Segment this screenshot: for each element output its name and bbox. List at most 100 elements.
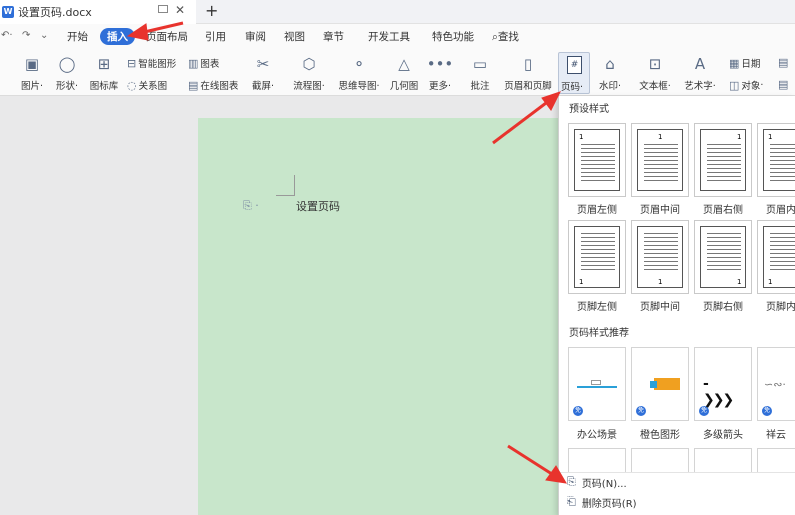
- recommend-thumb[interactable]: [568, 448, 626, 472]
- preview-page-number: 1: [768, 278, 773, 286]
- preview-line: [644, 168, 678, 169]
- monitor-icon[interactable]: [158, 5, 168, 13]
- date-button[interactable]: ▦ 日期: [729, 56, 760, 71]
- customize-icon[interactable]: ⌄: [40, 30, 48, 41]
- online-chart-button[interactable]: ▤ 在线图表: [188, 78, 238, 93]
- recommend-style-thumb[interactable]: ∽∾· 免: [757, 347, 795, 421]
- preview-line: [707, 265, 741, 266]
- menu-view[interactable]: 视图: [284, 29, 305, 44]
- undo-icon[interactable]: ↶·: [1, 30, 13, 41]
- preview-line: [644, 269, 678, 270]
- recommend-style-thumb[interactable]: 免: [568, 347, 626, 421]
- comment-button[interactable]: ▭ 批注: [468, 53, 492, 92]
- preview-line: [707, 245, 741, 246]
- document-tab[interactable]: W 设置页码.docx ✕: [0, 0, 196, 24]
- footer-preset-thumb[interactable]: 1: [694, 220, 752, 294]
- preview-line: [770, 261, 795, 262]
- relation-button[interactable]: ◌ 关系图: [127, 78, 167, 93]
- document-page[interactable]: [198, 118, 618, 515]
- preview-line: [707, 241, 741, 242]
- ribbon-overflow-icon[interactable]: ▤: [778, 56, 790, 69]
- recommend-thumb[interactable]: [631, 448, 689, 472]
- flowchart-button[interactable]: ⬡ 流程图·: [291, 53, 327, 92]
- footer-preset-label: 页脚左侧: [577, 302, 617, 313]
- recommend-style-label: 多级箭头: [703, 430, 743, 441]
- mindmap-button[interactable]: ⚬ 思维导图·: [336, 53, 382, 92]
- recommend-thumb[interactable]: [694, 448, 752, 472]
- header-preset-thumb[interactable]: 1: [568, 123, 626, 197]
- textbox-button[interactable]: ⊡ 文本框·: [637, 53, 673, 92]
- document-text: 设置页码: [296, 200, 340, 213]
- preview-line: [644, 148, 678, 149]
- menu-search[interactable]: ⌕查找: [492, 29, 519, 44]
- preview-page-number: 1: [579, 278, 584, 286]
- header-preset-thumb[interactable]: 1: [694, 123, 752, 197]
- menu-chapter[interactable]: 章节: [323, 29, 344, 44]
- recommend-thumb[interactable]: [757, 448, 795, 472]
- object-button[interactable]: ◫ 对象 ·: [729, 78, 763, 93]
- delete-page-number-menu-item[interactable]: ⎗ 删除页码(R): [559, 492, 795, 512]
- menu-page-layout[interactable]: 页面布局: [146, 29, 188, 44]
- preview-line: [707, 237, 741, 238]
- header-preset-thumb[interactable]: 1: [757, 123, 795, 197]
- preview-page-number: 1: [737, 278, 742, 286]
- menu-references[interactable]: 引用: [205, 29, 226, 44]
- footer-preset-thumb[interactable]: 1: [631, 220, 689, 294]
- preview-line: [770, 152, 795, 153]
- preview-line: [770, 249, 795, 250]
- recommend-style-thumb[interactable]: 免: [631, 347, 689, 421]
- preview-line: [581, 269, 615, 270]
- icon-library-icon: ⊞: [97, 55, 111, 73]
- header-preset-thumb[interactable]: 1: [631, 123, 689, 197]
- menu-developer[interactable]: 开发工具: [368, 29, 410, 44]
- online-chart-icon: ▤: [188, 78, 199, 92]
- preview-line: [644, 180, 678, 181]
- recommend-style-thumb[interactable]: - ❯❯❯ 免: [694, 347, 752, 421]
- menu-home[interactable]: 开始: [67, 29, 88, 44]
- chart-button[interactable]: ▥ 图表: [188, 56, 219, 71]
- scissors-icon: ✂: [256, 55, 270, 73]
- picture-button[interactable]: ▣ 图片·: [18, 53, 46, 92]
- new-tab-icon[interactable]: +: [205, 1, 218, 20]
- watermark-button[interactable]: ⌂ 水印·: [596, 53, 624, 92]
- preview-line: [770, 144, 795, 145]
- free-badge: 免: [636, 406, 646, 416]
- preview-line: [770, 237, 795, 238]
- menu-insert[interactable]: 插入: [100, 28, 135, 45]
- page-preview: 1: [574, 129, 620, 191]
- footer-preset-label: 页脚内: [766, 302, 795, 313]
- preview-line: [770, 156, 795, 157]
- page-number-menu-item[interactable]: ⎘ 页码(N)...: [559, 472, 795, 492]
- icon-library-button[interactable]: ⊞ 图标库: [88, 53, 120, 92]
- screenshot-button[interactable]: ✂ 截屏·: [249, 53, 277, 92]
- ribbon-overflow-icon-2[interactable]: ▤: [778, 78, 790, 91]
- preview-line: [644, 156, 678, 157]
- preview-line: [581, 156, 615, 157]
- paragraph-handle-icon[interactable]: ⎘ ·: [243, 199, 259, 213]
- more-button[interactable]: ••• 更多·: [427, 53, 454, 92]
- preview-line: [581, 148, 615, 149]
- preview-page-number: 1: [579, 133, 584, 141]
- footer-preset-thumb[interactable]: 1: [757, 220, 795, 294]
- page-preview: 1: [763, 226, 795, 288]
- close-tab-icon[interactable]: ✕: [175, 3, 185, 17]
- preview-line: [770, 257, 795, 258]
- smart-art-button[interactable]: ⊟ 智能图形: [127, 56, 176, 71]
- header-footer-button[interactable]: ▯ 页眉和页脚: [503, 53, 553, 92]
- watermark-icon: ⌂: [605, 55, 615, 73]
- page-number-button[interactable]: # 页码·: [558, 52, 590, 94]
- footer-preset-thumb[interactable]: 1: [568, 220, 626, 294]
- menu-bar: ↶· ↷ ⌄ 开始 插入 页面布局 引用 审阅 视图 章节 开发工具 特色功能 …: [0, 24, 795, 50]
- preview-line: [707, 233, 741, 234]
- preview-line: [644, 176, 678, 177]
- margin-mark: [294, 175, 295, 196]
- comment-icon: ▭: [472, 55, 488, 73]
- geometry-button[interactable]: △ 几何图: [389, 53, 419, 92]
- recommend-style-label: 办公场景: [577, 430, 617, 441]
- menu-review[interactable]: 审阅: [245, 29, 266, 44]
- wordart-button[interactable]: A 艺术字·: [682, 53, 718, 92]
- preview-line: [581, 261, 615, 262]
- shape-button[interactable]: ◯ 形状·: [52, 53, 82, 92]
- redo-icon[interactable]: ↷: [22, 30, 30, 41]
- menu-special[interactable]: 特色功能: [432, 29, 474, 44]
